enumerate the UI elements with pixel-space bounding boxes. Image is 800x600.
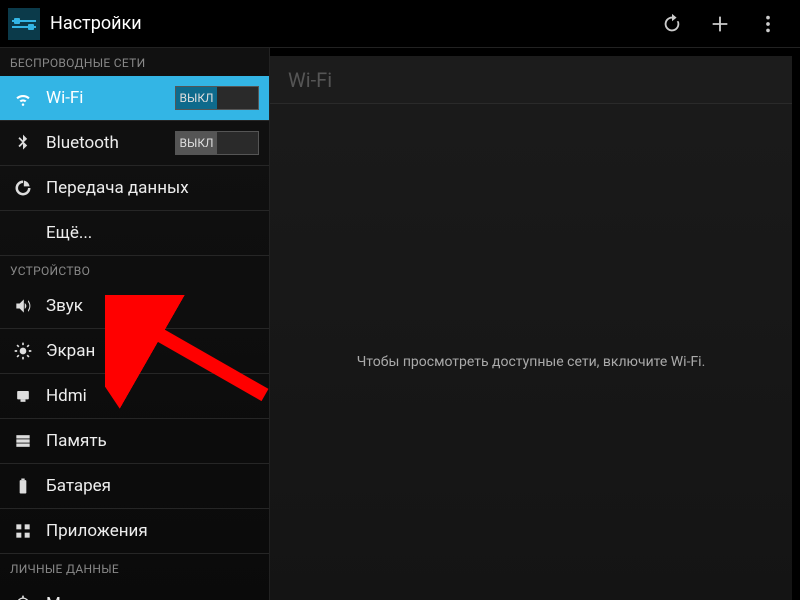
battery-icon	[12, 475, 34, 497]
sidebar-item-label: Приложения	[46, 521, 148, 541]
settings-sidebar: БЕСПРОВОДНЫЕ СЕТИ Wi-Fi ВЫКЛ Bluetooth	[0, 48, 270, 600]
sidebar-item-more[interactable]: Ещё...	[0, 211, 269, 256]
sidebar-item-label: Экран	[46, 341, 95, 361]
sidebar-item-label: Ещё...	[46, 223, 92, 243]
sidebar-item-label: Мое местоположение	[46, 594, 221, 600]
detail-empty-message: Чтобы просмотреть доступные сети, включи…	[357, 354, 706, 370]
sidebar-item-label: Hdmi	[46, 386, 87, 406]
plus-icon	[709, 13, 731, 35]
apps-icon	[12, 520, 34, 542]
sidebar-item-label: Передача данных	[46, 178, 189, 198]
bluetooth-toggle[interactable]: ВЫКЛ	[175, 131, 259, 155]
sidebar-item-label: Wi-Fi	[46, 88, 83, 108]
settings-app-icon	[8, 8, 40, 40]
sidebar-item-label: Bluetooth	[46, 133, 119, 153]
refresh-icon	[661, 13, 683, 35]
data-usage-icon	[12, 177, 34, 199]
section-header-wireless: БЕСПРОВОДНЫЕ СЕТИ	[0, 48, 269, 76]
sidebar-item-label: Память	[46, 431, 107, 451]
add-button[interactable]	[696, 0, 744, 48]
sidebar-item-display[interactable]: Экран	[0, 329, 269, 374]
storage-icon	[12, 430, 34, 452]
sidebar-item-datausage[interactable]: Передача данных	[0, 166, 269, 211]
detail-panel: Wi-Fi Чтобы просмотреть доступные сети, …	[270, 56, 792, 600]
sound-icon	[12, 295, 34, 317]
section-header-personal: ЛИЧНЫЕ ДАННЫЕ	[0, 554, 269, 582]
sidebar-item-bluetooth[interactable]: Bluetooth ВЫКЛ	[0, 121, 269, 166]
sidebar-item-label: Звук	[46, 296, 83, 316]
overflow-icon	[757, 13, 779, 35]
sidebar-item-location[interactable]: Мое местоположение	[0, 582, 269, 600]
sidebar-item-wifi[interactable]: Wi-Fi ВЫКЛ	[0, 76, 269, 121]
detail-title: Wi-Fi	[270, 56, 792, 104]
refresh-button[interactable]	[648, 0, 696, 48]
sidebar-item-apps[interactable]: Приложения	[0, 509, 269, 554]
brightness-icon	[12, 340, 34, 362]
toggle-off-label: ВЫКЛ	[176, 87, 217, 109]
action-bar: Настройки	[0, 0, 800, 48]
sidebar-item-label: Батарея	[46, 476, 111, 496]
wifi-toggle[interactable]: ВЫКЛ	[175, 86, 259, 110]
wifi-icon	[12, 87, 34, 109]
sidebar-item-storage[interactable]: Память	[0, 419, 269, 464]
toggle-off-label: ВЫКЛ	[176, 132, 217, 154]
sidebar-item-hdmi[interactable]: Hdmi	[0, 374, 269, 419]
bluetooth-icon	[12, 132, 34, 154]
section-header-device: УСТРОЙСТВО	[0, 256, 269, 284]
sidebar-item-sound[interactable]: Звук	[0, 284, 269, 329]
hdmi-icon	[12, 385, 34, 407]
sidebar-item-battery[interactable]: Батарея	[0, 464, 269, 509]
app-title: Настройки	[50, 13, 142, 34]
location-icon	[12, 593, 34, 600]
overflow-menu-button[interactable]	[744, 0, 792, 48]
